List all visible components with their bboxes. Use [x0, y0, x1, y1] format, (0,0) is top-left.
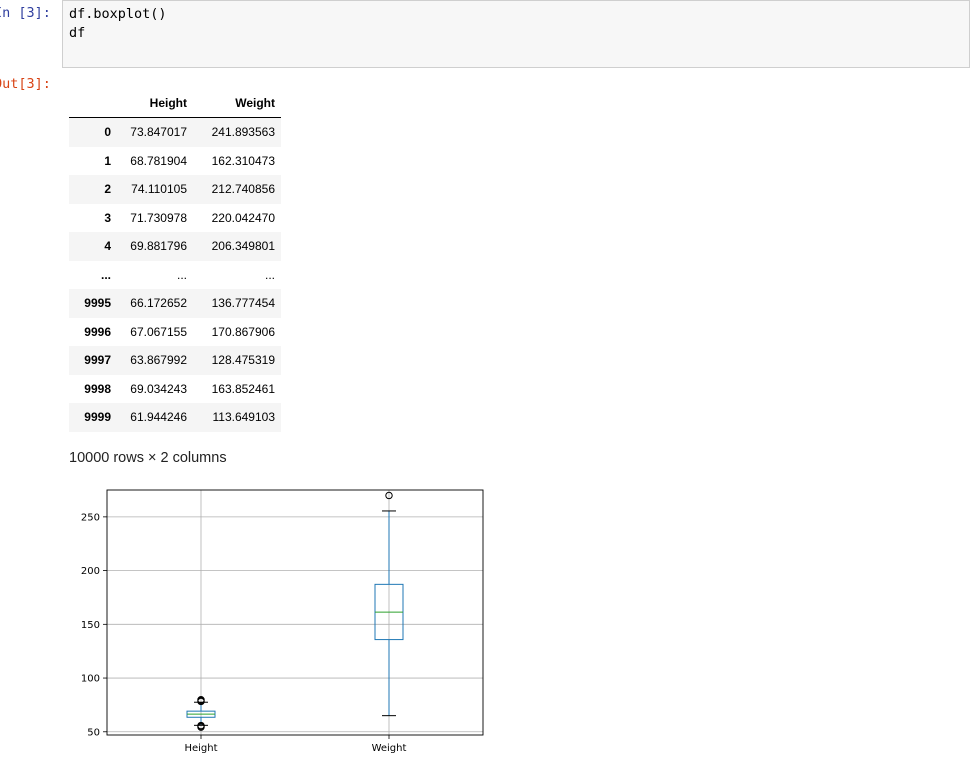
height-cell: 71.730978 [130, 210, 187, 225]
weight-cell: 162.310473 [211, 153, 275, 168]
height-cell: 61.944246 [130, 410, 187, 425]
table-row: 9997 63.867992 128.475319 [69, 346, 281, 375]
table-row: 0 73.847017 241.893563 [69, 117, 281, 147]
row-index: 9995 [84, 296, 111, 311]
height-cell: 63.867992 [130, 353, 187, 368]
row-index: 9997 [84, 353, 111, 368]
table-row: 9998 69.034243 163.852461 [69, 375, 281, 404]
y-tick-label: 200 [81, 566, 100, 577]
weight-cell: 128.475319 [211, 353, 275, 368]
weight-cell: 170.867906 [211, 324, 275, 339]
table-row: 4 69.881796 206.349801 [69, 232, 281, 261]
row-index: 4 [104, 239, 111, 254]
code-line: df.boxplot() [69, 6, 167, 22]
row-index: 9999 [84, 410, 111, 425]
plot-frame [106, 489, 484, 736]
table-row-ellipsis: ... ... ... [69, 261, 281, 290]
output-prompt: Out[3]: [0, 76, 51, 92]
height-cell: 69.881796 [130, 239, 187, 254]
height-cell: 73.847017 [130, 125, 187, 140]
table-row: 1 68.781904 162.310473 [69, 147, 281, 176]
column-header-weight: Weight [193, 88, 281, 118]
row-index: 0 [104, 125, 111, 140]
table-row: 9999 61.944246 113.649103 [69, 403, 281, 432]
weight-cell: 113.649103 [212, 410, 275, 425]
dataframe-table: Height Weight 0 73.847017 241.893563 1 6… [69, 88, 281, 432]
row-index: ... [100, 267, 111, 282]
column-header-height: Height [117, 88, 193, 118]
row-index: 2 [104, 182, 111, 197]
code-input-area[interactable]: df.boxplot() df [62, 0, 970, 68]
table-row: 2 74.110105 212.740856 [69, 175, 281, 204]
dataframe-shape: 10000 rows × 2 columns [69, 450, 227, 466]
boxplot-chart: 50 100 150 200 250 Height Weight [81, 489, 484, 754]
table-row: 9995 66.172652 136.777454 [69, 289, 281, 318]
height-cell: 67.067155 [130, 324, 187, 339]
weight-cell: 206.349801 [211, 239, 275, 254]
weight-cell: 136.777454 [211, 296, 275, 311]
weight-cell: 163.852461 [211, 381, 275, 396]
y-tick-label: 50 [87, 727, 100, 738]
code-line: df [69, 25, 86, 41]
height-cell: 69.034243 [130, 381, 187, 396]
weight-cell: 220.042470 [211, 210, 275, 225]
height-cell: ... [176, 267, 187, 282]
y-tick-label: 100 [81, 674, 100, 685]
height-cell: 74.110105 [131, 182, 187, 197]
row-index: 9998 [84, 381, 111, 396]
x-tick-label: Height [184, 743, 217, 754]
weight-cell: 212.740856 [211, 182, 275, 197]
row-index: 1 [104, 153, 111, 168]
row-index: 9996 [84, 324, 111, 339]
weight-cell: 241.893563 [211, 125, 275, 140]
row-index: 3 [104, 210, 111, 225]
index-header [69, 88, 117, 118]
x-tick-label: Weight [372, 743, 407, 754]
height-cell: 66.172652 [130, 296, 187, 311]
input-prompt: In [3]: [0, 5, 51, 21]
weight-cell: ... [264, 267, 275, 282]
table-row: 3 71.730978 220.042470 [69, 204, 281, 233]
table-header-row: Height Weight [69, 88, 281, 118]
y-tick-label: 250 [81, 512, 100, 523]
table-row: 9996 67.067155 170.867906 [69, 318, 281, 347]
y-tick-label: 150 [81, 620, 100, 631]
height-cell: 68.781904 [130, 153, 187, 168]
